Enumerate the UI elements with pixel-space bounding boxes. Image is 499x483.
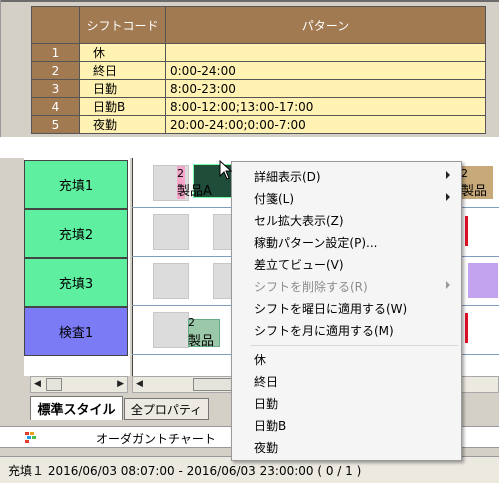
row-header-scrollbar[interactable]: ◀ ▶ <box>30 376 128 393</box>
menu-item-label: 差立てビュー(V) <box>254 257 344 272</box>
scroll-right-icon[interactable]: ▶ <box>117 379 124 389</box>
status-text: 充填１ 2016/06/03 08:07:00 - 2016/06/03 23:… <box>8 464 362 478</box>
pattern-cell[interactable]: 20:00-24:00;0:00-7:00 <box>165 115 486 134</box>
shift-code-cell[interactable]: 夜勤 <box>79 115 166 134</box>
scroll-left-icon[interactable]: ◀ <box>136 379 143 389</box>
row-number[interactable]: 1 <box>31 43 80 62</box>
context-menu: 詳細表示(D) 付箋(L) セル拡大表示(Z) 稼動パターン設定(P)... 差… <box>231 161 462 461</box>
menu-item-label: シフトを削除する(R) <box>254 279 368 294</box>
order-gantt-label: オーダガントチャート <box>96 432 216 446</box>
menu-item-pattern-settings[interactable]: 稼動パターン設定(P)... <box>233 231 460 253</box>
bar-label: 製品 <box>461 184 488 199</box>
table-row[interactable]: 3 日勤 8:00-23:00 <box>31 79 486 98</box>
bar-count: 2 <box>177 167 184 180</box>
scroll-thumb[interactable] <box>193 378 233 391</box>
pattern-cell[interactable]: 8:00-12:00;13:00-17:00 <box>165 97 486 116</box>
row-label-fill3[interactable]: 充填3 <box>24 258 128 307</box>
pattern-cell[interactable]: 0:00-24:00 <box>165 61 486 80</box>
bar-count: 2 <box>461 167 468 180</box>
calendar-cell[interactable] <box>153 214 189 250</box>
mouse-cursor-icon <box>219 160 233 180</box>
menu-item-label: 稼動パターン設定(P)... <box>254 235 378 250</box>
table-corner-header[interactable] <box>31 6 80 44</box>
menu-item-label: 付箋(L) <box>254 191 295 206</box>
submenu-arrow-icon <box>446 193 450 201</box>
shift-code-header[interactable]: シフトコード <box>79 6 166 44</box>
table-row[interactable]: 5 夜勤 20:00-24:00;0:00-7:00 <box>31 115 486 134</box>
row-label-fill2[interactable]: 充填2 <box>24 209 128 258</box>
shift-code-cell[interactable]: 終日 <box>79 61 166 80</box>
menu-item-label: 日勤 <box>254 396 279 411</box>
scroll-thumb[interactable] <box>46 378 62 391</box>
shift-code-cell[interactable]: 日勤 <box>79 79 166 98</box>
menu-item-label: セル拡大表示(Z) <box>254 213 344 228</box>
submenu-arrow-icon <box>446 171 450 179</box>
scroll-left-icon[interactable]: ◀ <box>34 379 41 389</box>
gantt-bar-purple[interactable] <box>468 263 498 298</box>
menu-item-detail-view[interactable]: 詳細表示(D) <box>233 165 460 187</box>
submenu-arrow-icon <box>446 281 450 289</box>
row-number[interactable]: 3 <box>31 79 80 98</box>
shift-code-cell[interactable]: 休 <box>79 43 166 62</box>
pattern-header[interactable]: パターン <box>165 6 486 44</box>
table-row[interactable]: 1 休 <box>31 43 486 62</box>
row-label-inspect1[interactable]: 検査1 <box>24 307 128 356</box>
tab-all-properties[interactable]: 全プロパティ <box>124 398 209 420</box>
menu-item-shift-day[interactable]: 日勤 <box>233 392 460 414</box>
bar-count: 2 <box>188 316 195 329</box>
panel-top-edge <box>1 0 499 2</box>
bar-label: 製品A <box>177 184 212 199</box>
menu-item-apply-weekday[interactable]: シフトを曜日に適用する(W) <box>233 297 460 319</box>
menu-item-label: シフトを月に適用する(M) <box>254 323 394 338</box>
menu-item-shift-night[interactable]: 夜勤 <box>233 436 460 458</box>
menu-item-sticky-note[interactable]: 付箋(L) <box>233 187 460 209</box>
tab-standard-style[interactable]: 標準スタイル <box>30 396 123 420</box>
shift-code-panel: シフトコード パターン 1 休 2 終日 0:00-24:00 3 日勤 8:0… <box>0 0 499 140</box>
row-number[interactable]: 2 <box>31 61 80 80</box>
calendar-cell[interactable] <box>153 312 189 348</box>
menu-item-label: 日勤B <box>254 418 287 433</box>
menu-item-label: 休 <box>254 352 267 367</box>
shift-code-cell[interactable]: 日勤B <box>79 97 166 116</box>
pattern-cell[interactable] <box>165 43 486 62</box>
menu-item-shift-off[interactable]: 休 <box>233 348 460 370</box>
menu-item-apply-month[interactable]: シフトを月に適用する(M) <box>233 319 460 341</box>
gantt-marker <box>465 313 468 343</box>
shift-code-table: シフトコード パターン 1 休 2 終日 0:00-24:00 3 日勤 8:0… <box>31 6 486 134</box>
menu-item-shift-allday[interactable]: 終日 <box>233 370 460 392</box>
row-number[interactable]: 5 <box>31 115 80 134</box>
menu-separator <box>250 345 458 346</box>
window-gap <box>0 137 499 158</box>
calendar-cell[interactable] <box>153 263 189 299</box>
menu-item-label: 夜勤 <box>254 440 279 455</box>
menu-item-label: 終日 <box>254 374 279 389</box>
row-label-fill1[interactable]: 充填1 <box>24 160 128 209</box>
row-number[interactable]: 4 <box>31 97 80 116</box>
menu-item-delete-shift[interactable]: シフトを削除する(R) <box>233 275 460 297</box>
table-row[interactable]: 2 終日 0:00-24:00 <box>31 61 486 80</box>
menu-item-label: シフトを曜日に適用する(W) <box>254 301 408 316</box>
gantt-marker <box>465 216 468 246</box>
gantt-chart-icon <box>25 432 39 444</box>
table-row[interactable]: 4 日勤B 8:00-12:00;13:00-17:00 <box>31 97 486 116</box>
menu-item-shift-day-b[interactable]: 日勤B <box>233 414 460 436</box>
menu-item-cell-zoom[interactable]: セル拡大表示(Z) <box>233 209 460 231</box>
menu-item-dispatch-view[interactable]: 差立てビュー(V) <box>233 253 460 275</box>
pattern-cell[interactable]: 8:00-23:00 <box>165 79 486 98</box>
menu-item-label: 詳細表示(D) <box>254 169 321 184</box>
bar-label: 製品 <box>188 334 215 349</box>
